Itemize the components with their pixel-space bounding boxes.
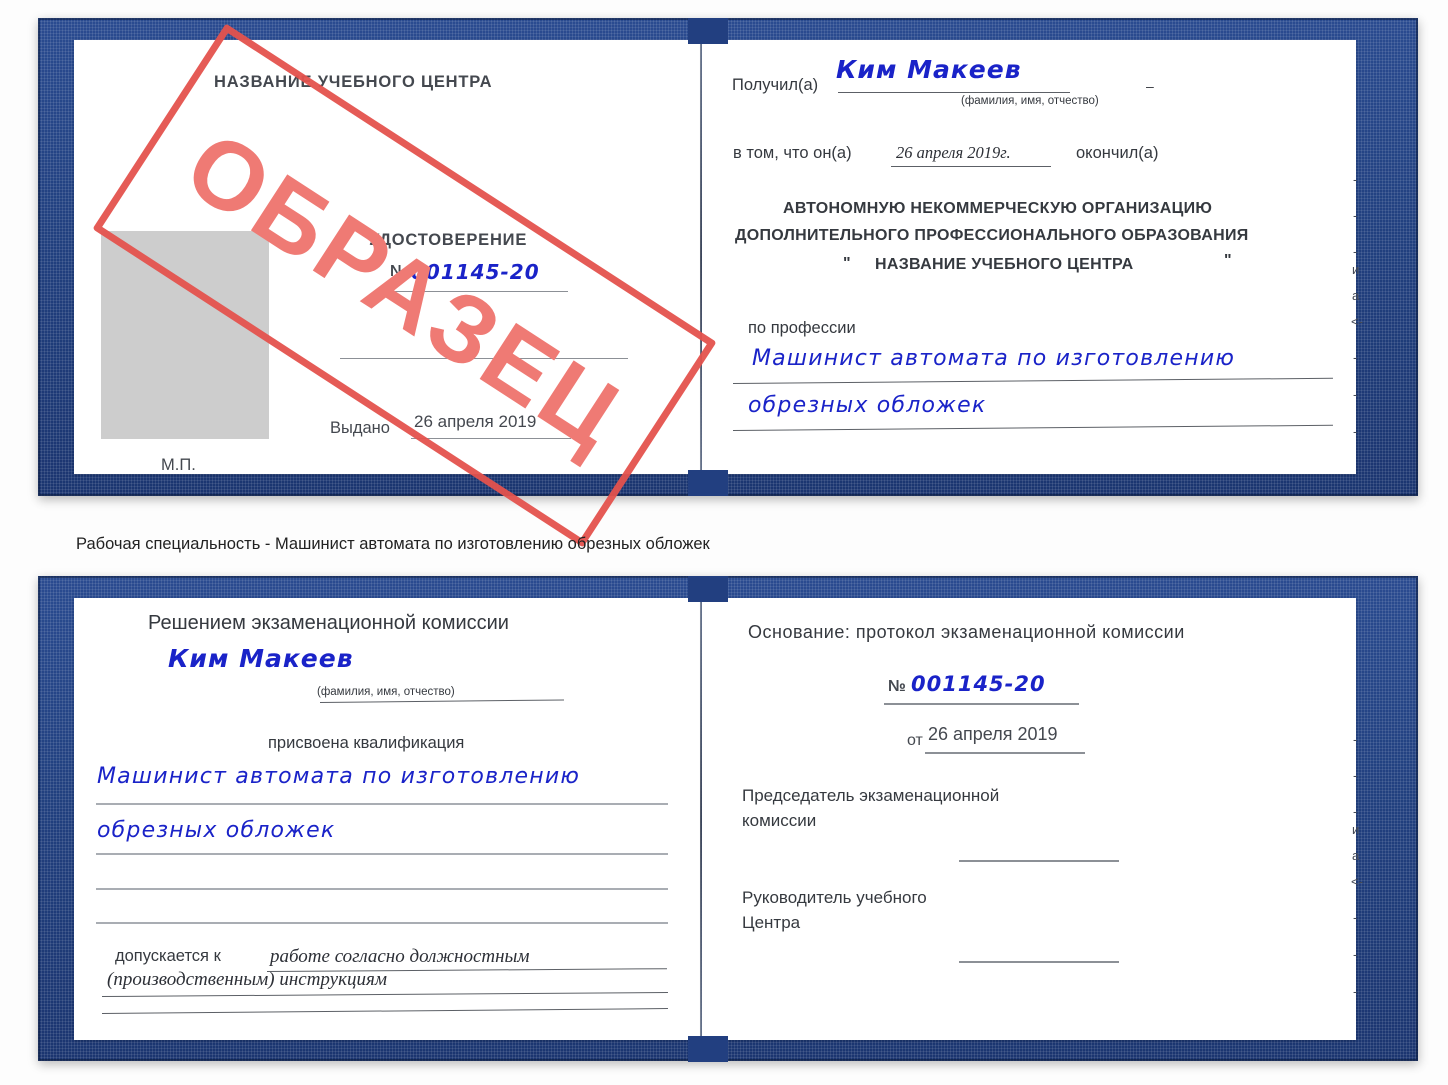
doc1-blank-rule [340,358,628,359]
doc2-allowed-line2: (производственным) инструкциям [107,969,387,990]
doc2-basis-label: Основание: протокол экзаменационной коми… [748,622,1185,642]
doc2-qualification-line2: обрезных обложек [97,818,336,843]
doc2-spine-crease [700,602,702,1038]
doc1-center-name-header: НАЗВАНИЕ УЧЕБНОГО ЦЕНТРА [214,73,493,91]
doc1-spine-notch-bottom [688,470,728,496]
doc1-received-value: Ким Макеев [836,55,1022,84]
doc2-edge-fragment-6: - [1353,910,1358,925]
doc2-edge-fragment-1: - [1353,768,1358,783]
doc2-qualification-label: присвоена квалификация [268,734,465,752]
doc2-edge-fragment-3: и [1352,822,1360,837]
doc2-qualification-line1: Машинист автомата по изготовлению [97,764,581,789]
doc2-spine-notch-bottom [688,1036,728,1062]
doc1-profession-line1: Машинист автомата по изготовлению [752,346,1236,371]
doc1-profession-line2: обрезных обложек [748,393,987,418]
doc1-completion-date-rule [891,166,1051,167]
doc2-allowed-line1: работе согласно должностным [270,946,530,967]
doc1-issued-value: 26 апреля 2019 [414,412,537,431]
doc2-number-label: № [888,678,906,695]
doc1-number-rule [388,291,568,292]
doc1-edge-fragment-3: и [1352,262,1360,277]
doc1-org-line3: НАЗВАНИЕ УЧЕБНОГО ЦЕНТРА [875,256,1134,273]
doc1-finished-label: окончил(а) [1076,144,1159,162]
doc2-fio-hint: (фамилия, имя, отчество) [317,686,455,698]
doc2-head-line2: Центра [742,913,801,932]
doc1-edge-fragment-1: - [1353,208,1358,223]
doc1-that-he-label: в том, что он(а) [733,144,852,162]
doc2-q-rule2 [96,853,668,855]
doc2-spine-notch-top [688,576,728,602]
doc1-edge-fragment-6: - [1353,350,1358,365]
doc1-number-value: 001145-20 [411,260,540,284]
doc2-head-signature-rule [959,961,1119,963]
doc1-received-rule [838,92,1070,93]
doc1-seal-label: М.П. [161,456,196,474]
doc2-allowed-label: допускается к [115,947,221,965]
doc1-org-line1: АВТОНОМНУЮ НЕКОММЕРЧЕСКУЮ ОРГАНИЗАЦИЮ [783,200,1213,217]
doc2-number-value: 001145-20 [911,672,1046,696]
doc1-spine-notch-top [688,18,728,44]
doc2-from-label: от [907,732,923,749]
doc2-edge-fragment-2: - [1353,804,1358,819]
doc2-q-rule4 [96,922,668,924]
doc2-edge-fragment-5: <- [1351,874,1363,889]
doc1-edge-fragment-0: - [1353,172,1358,187]
doc1-edge-fragment-4: а [1352,288,1360,303]
doc1-edge-fragment-5: <- [1351,314,1363,329]
page-caption: Рабочая специальность - Машинист автомат… [76,535,710,553]
doc2-number-rule [884,703,1079,705]
doc1-spine-crease [700,44,702,472]
doc1-profession-label: по профессии [748,319,856,337]
doc1-dash-after-name: – [1146,78,1154,94]
doc2-q-rule1 [96,803,668,805]
doc1-photo-placeholder [101,231,269,439]
doc2-edge-fragment-8: - [1353,984,1358,999]
doc2-head-line1: Руководитель учебного [742,888,927,907]
doc1-issued-label: Выдано [330,419,390,437]
doc2-from-rule [925,752,1085,754]
doc2-chairman-line2: комиссии [742,811,817,830]
doc2-commission-header: Решением экзаменационной комиссии [148,612,509,634]
doc1-edge-fragment-8: - [1353,424,1358,439]
doc1-fio-hint: (фамилия, имя, отчество) [961,95,1099,107]
doc2-q-rule3 [96,888,668,890]
doc1-issued-rule [411,438,571,439]
doc1-org-quote-close: " [1224,252,1232,269]
doc1-edge-fragment-2: - [1353,244,1358,259]
doc2-edge-fragment-7: - [1353,947,1358,962]
doc2-chairman-line1: Председатель экзаменационной [742,786,1000,805]
doc2-chairman-signature-rule [959,860,1119,862]
doc1-org-quote-open: " [843,255,851,272]
doc1-received-label: Получил(а) [732,76,819,94]
doc2-name-value: Ким Макеев [168,644,354,673]
doc1-org-line2: ДОПОЛНИТЕЛЬНОГО ПРОФЕССИОНАЛЬНОГО ОБРАЗО… [735,227,1249,244]
doc1-number-label: № [390,263,408,280]
doc2-from-value: 26 апреля 2019 [928,724,1058,744]
doc1-certificate-title: УДОСТОВЕРЕНИЕ [369,231,528,249]
doc2-edge-fragment-0: - [1353,732,1358,747]
doc2-edge-fragment-4: а [1352,848,1360,863]
doc1-completion-date: 26 апреля 2019г. [896,143,1011,162]
doc1-edge-fragment-7: - [1353,387,1358,402]
